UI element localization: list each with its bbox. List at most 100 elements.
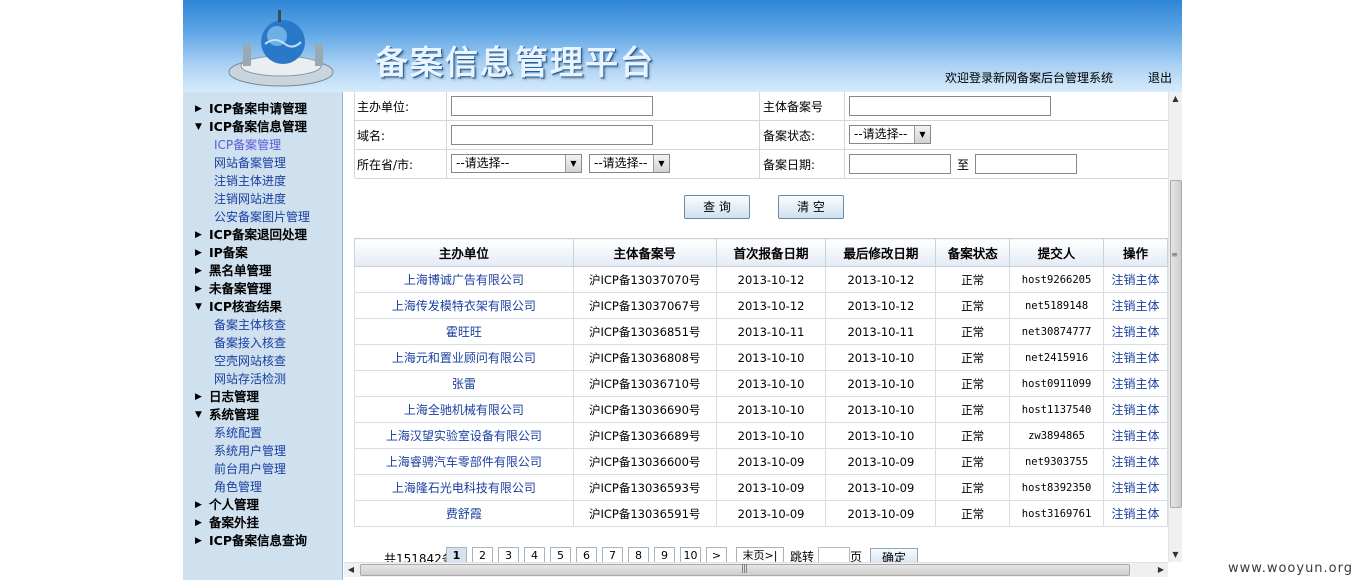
cancel-subject-link[interactable]: 注销主体 — [1103, 500, 1168, 527]
scroll-up-icon[interactable]: ▲ — [1169, 92, 1182, 106]
cancel-subject-link[interactable]: 注销主体 — [1103, 344, 1168, 371]
sidebar-group-label: 未备案管理 — [209, 281, 272, 296]
sidebar-group[interactable]: ▶ ICP备案申请管理 — [183, 100, 342, 118]
form-row-1: 主办单位: 主体备案号 — [355, 92, 1168, 121]
sidebar-group[interactable]: ▶ 备案外挂 — [183, 514, 342, 532]
table-row: 上海睿骋汽车零部件有限公司 沪ICP备13036600号 2013-10-09 201… — [354, 448, 1168, 475]
page-button[interactable]: 9 — [654, 547, 675, 562]
sidebar-group[interactable]: ▶ 黑名单管理 — [183, 262, 342, 280]
sidebar-group[interactable]: ▶ 个人管理 — [183, 496, 342, 514]
status-cell: 正常 — [935, 370, 1011, 397]
divider — [844, 121, 845, 150]
caret-right-icon: ▶ — [195, 392, 202, 402]
sponsor-cell[interactable]: 上海全驰机械有限公司 — [354, 396, 574, 423]
caret-right-icon: ▶ — [195, 518, 202, 528]
cancel-subject-link[interactable]: 注销主体 — [1103, 292, 1168, 319]
chevron-down-icon[interactable]: ▼ — [653, 155, 669, 172]
sidebar-item[interactable]: 系统用户管理 — [183, 442, 342, 460]
sponsor-cell[interactable]: 上海传发模特衣架有限公司 — [354, 292, 574, 319]
scroll-right-icon[interactable]: ▶ — [1154, 563, 1168, 577]
sidebar-item[interactable]: 注销主体进度 — [183, 172, 342, 190]
sidebar-group[interactable]: ▶ IP备案 — [183, 244, 342, 262]
horizontal-scrollbar[interactable]: ◀ ||| ▶ — [344, 562, 1168, 577]
sponsor-cell[interactable]: 上海睿骋汽车零部件有限公司 — [354, 448, 574, 475]
sidebar-item[interactable]: 注销网站进度 — [183, 190, 342, 208]
domain-input[interactable] — [451, 125, 653, 145]
first-date-cell: 2013-10-10 — [715, 370, 827, 397]
sponsor-cell[interactable]: 上海元和置业顾问有限公司 — [354, 344, 574, 371]
sidebar-item[interactable]: 角色管理 — [183, 478, 342, 496]
caret-down-icon: ▼ — [195, 302, 202, 312]
page-button[interactable]: 10 — [680, 547, 701, 562]
scroll-down-icon[interactable]: ▼ — [1169, 548, 1182, 562]
city-select[interactable]: --请选择-- ▼ — [589, 154, 670, 173]
main-panel: 主办单位: 主体备案号 域名: 备案状态: --请选择-- ▼ 所在省/市: -… — [344, 92, 1182, 580]
sidebar-item[interactable]: 备案主体核查 — [183, 316, 342, 334]
sidebar-group[interactable]: ▼ 系统管理 — [183, 406, 342, 424]
page-button[interactable]: 5 — [550, 547, 571, 562]
sidebar-item[interactable]: 公安备案图片管理 — [183, 208, 342, 226]
last-page-button[interactable]: 末页>| — [736, 547, 784, 562]
sponsor-cell[interactable]: 张雷 — [354, 370, 574, 397]
sponsor-cell[interactable]: 上海汉望实验室设备有限公司 — [354, 422, 574, 449]
cancel-subject-link[interactable]: 注销主体 — [1103, 422, 1168, 449]
column-header: 提交人 — [1009, 238, 1104, 267]
province-select[interactable]: --请选择-- ▼ — [451, 154, 582, 173]
sidebar-group[interactable]: ▼ ICP核查结果 — [183, 298, 342, 316]
sidebar-item[interactable]: 网站备案管理 — [183, 154, 342, 172]
cancel-subject-link[interactable]: 注销主体 — [1103, 474, 1168, 501]
status-cell: 正常 — [935, 266, 1011, 293]
page-button[interactable]: 3 — [498, 547, 519, 562]
vertical-scroll-thumb[interactable] — [1170, 180, 1182, 508]
status-select[interactable]: --请选择-- ▼ — [849, 125, 931, 144]
query-button[interactable]: 查 询 — [684, 195, 750, 219]
record-no-cell: 沪ICP备13036689号 — [572, 422, 717, 449]
next-page-button[interactable]: > — [706, 547, 727, 562]
sidebar-group[interactable]: ▼ ICP备案信息管理 — [183, 118, 342, 136]
page-button[interactable]: 8 — [628, 547, 649, 562]
sponsor-input[interactable] — [451, 96, 653, 116]
chevron-down-icon[interactable]: ▼ — [914, 126, 930, 143]
page-button[interactable]: 4 — [524, 547, 545, 562]
sidebar-item[interactable]: 前台用户管理 — [183, 460, 342, 478]
table-row: 上海汉望实验室设备有限公司 沪ICP备13036689号 2013-10-10 201… — [354, 422, 1168, 449]
sponsor-cell[interactable]: 费舒霞 — [354, 500, 574, 527]
confirm-jump-button[interactable]: 确定 — [870, 548, 918, 562]
cancel-subject-link[interactable]: 注销主体 — [1103, 318, 1168, 345]
clear-button[interactable]: 清 空 — [778, 195, 844, 219]
sidebar-item[interactable]: 网站存活检测 — [183, 370, 342, 388]
sidebar-item[interactable]: 备案接入核查 — [183, 334, 342, 352]
page-button[interactable]: 7 — [602, 547, 623, 562]
page-button[interactable]: 6 — [576, 547, 597, 562]
modified-date-cell: 2013-10-10 — [825, 370, 937, 397]
region-label: 所在省/市: — [357, 158, 414, 172]
status-cell: 正常 — [935, 292, 1011, 319]
vertical-scrollbar[interactable]: ▲ ≡ ▼ — [1168, 92, 1182, 562]
sidebar-group[interactable]: ▶ ICP备案信息查询 — [183, 532, 342, 550]
sidebar-item[interactable]: ICP备案管理 — [183, 136, 342, 154]
sidebar-group[interactable]: ▶ ICP备案退回处理 — [183, 226, 342, 244]
sidebar-item[interactable]: 空壳网站核查 — [183, 352, 342, 370]
cancel-subject-link[interactable]: 注销主体 — [1103, 370, 1168, 397]
jump-page-input[interactable] — [818, 547, 850, 562]
submitter-cell: net5189148 — [1009, 292, 1104, 319]
page-button[interactable]: 1 — [446, 547, 467, 562]
horizontal-scroll-thumb[interactable]: ||| — [360, 564, 1130, 576]
sponsor-cell[interactable]: 霍旺旺 — [354, 318, 574, 345]
chevron-down-icon[interactable]: ▼ — [565, 155, 581, 172]
first-date-cell: 2013-10-09 — [715, 474, 827, 501]
sidebar-group[interactable]: ▶ 日志管理 — [183, 388, 342, 406]
date-from-input[interactable] — [849, 154, 951, 174]
date-to-input[interactable] — [975, 154, 1077, 174]
sponsor-cell[interactable]: 上海博诚广告有限公司 — [354, 266, 574, 293]
logout-link[interactable]: 退出 — [1148, 69, 1172, 86]
sponsor-cell[interactable]: 上海隆石光电科技有限公司 — [354, 474, 574, 501]
cancel-subject-link[interactable]: 注销主体 — [1103, 396, 1168, 423]
scroll-left-icon[interactable]: ◀ — [344, 563, 358, 577]
sidebar-group[interactable]: ▶ 未备案管理 — [183, 280, 342, 298]
cancel-subject-link[interactable]: 注销主体 — [1103, 266, 1168, 293]
sidebar-item[interactable]: 系统配置 — [183, 424, 342, 442]
record-no-input[interactable] — [849, 96, 1051, 116]
cancel-subject-link[interactable]: 注销主体 — [1103, 448, 1168, 475]
page-button[interactable]: 2 — [472, 547, 493, 562]
